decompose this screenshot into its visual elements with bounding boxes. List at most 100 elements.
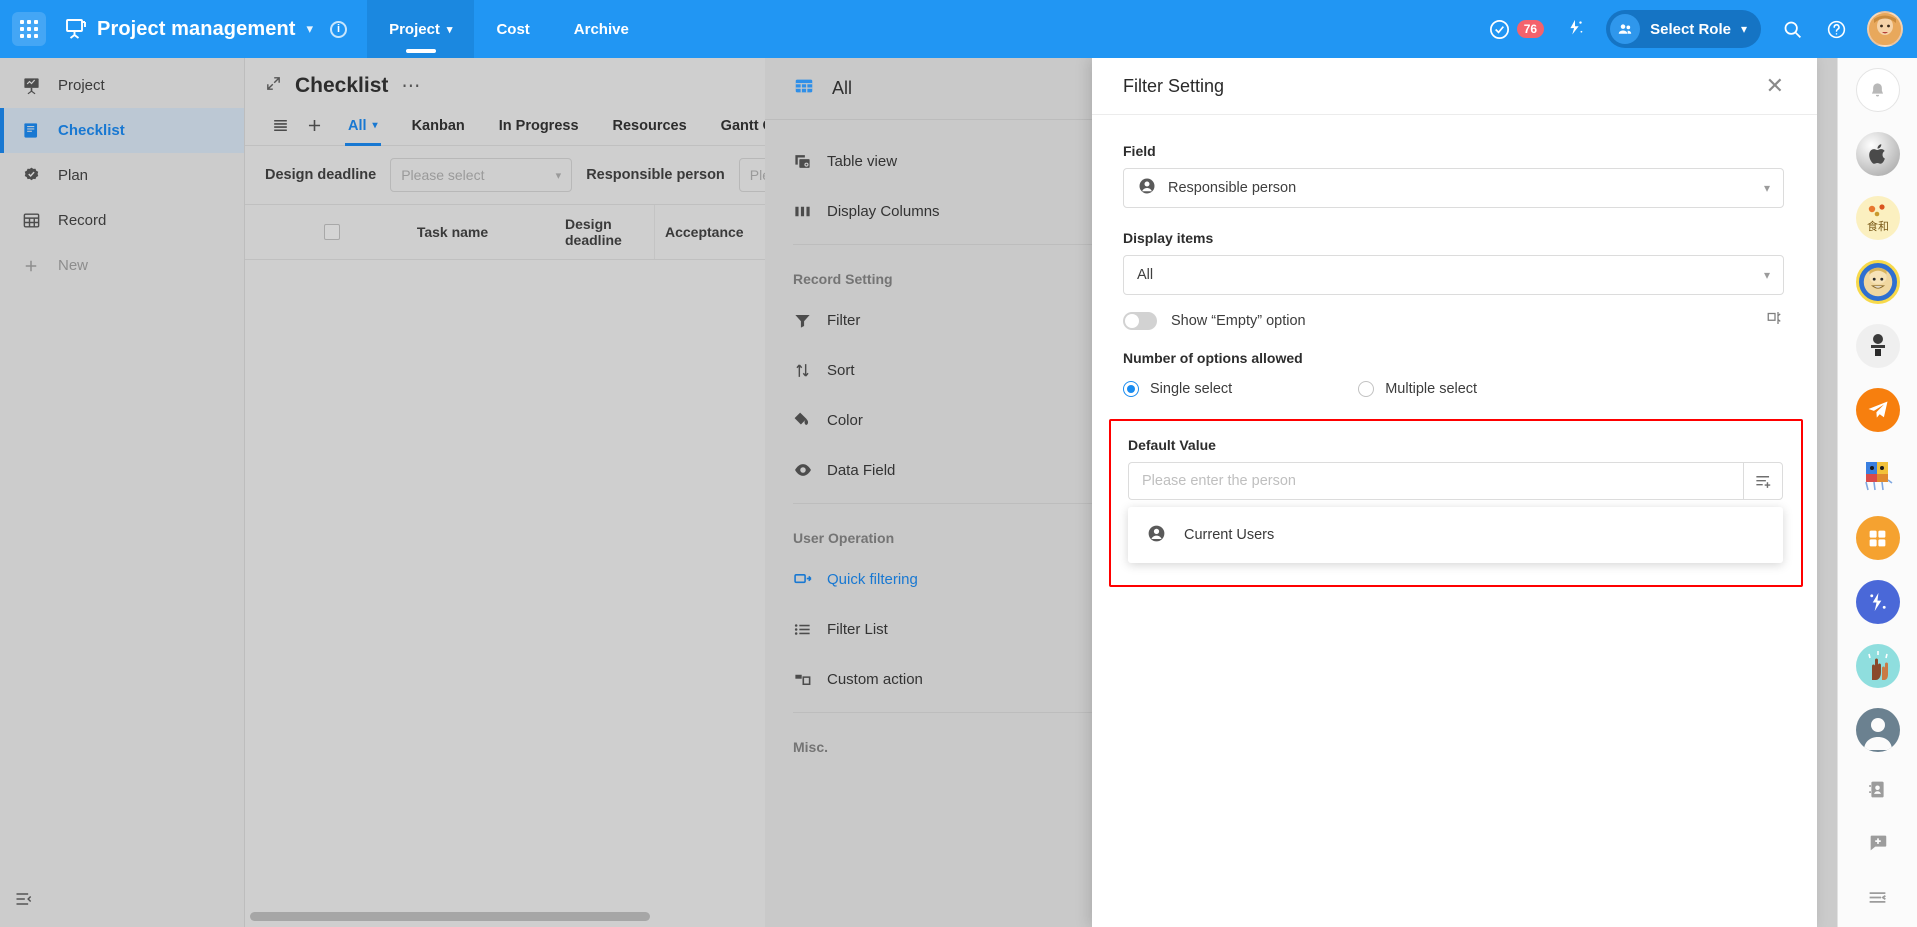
show-empty-row: Show “Empty” option [1123, 309, 1784, 332]
brand[interactable]: Project management ▾ i [64, 17, 348, 41]
sidebar-item-checklist[interactable]: Checklist [0, 108, 244, 153]
new-chat-icon[interactable] [1858, 823, 1898, 863]
copy-settings-icon[interactable] [1766, 309, 1784, 332]
custom-action-icon [793, 670, 827, 689]
right-icon-rail: 食和 [1837, 58, 1917, 927]
person-icon [1146, 523, 1167, 548]
chevron-down-icon[interactable]: ▾ [307, 21, 314, 37]
chevron-down-icon: ▾ [372, 120, 378, 131]
quick-filter-icon [793, 569, 827, 589]
left-sidebar: Project Checklist Plan Record New [0, 58, 245, 927]
sidebar-item-project[interactable]: Project [0, 63, 244, 108]
topnav-project[interactable]: Project ▾ [367, 0, 475, 58]
table-header-design-deadline: Design deadline [555, 205, 655, 259]
hands-avatar[interactable] [1855, 644, 1900, 688]
add-view-icon[interactable] [297, 109, 331, 143]
dark-avatar[interactable] [1855, 708, 1900, 752]
user-avatar[interactable] [1867, 11, 1903, 47]
collapse-rail-icon[interactable] [1858, 877, 1898, 917]
tab-label: Resources [612, 117, 687, 134]
topnav-label: Archive [573, 20, 629, 38]
select-role-label: Select Role [1650, 20, 1731, 38]
default-value-label: Default Value [1128, 437, 1216, 453]
add-list-icon[interactable] [1743, 462, 1783, 500]
display-items-select[interactable]: All ▾ [1123, 255, 1784, 295]
filter-select-design-deadline[interactable]: Please select ▾ [390, 158, 573, 192]
top-bar: Project management ▾ i Project ▾ Cost Ar… [0, 0, 1917, 58]
select-all-checkbox-cell [245, 205, 350, 259]
tab-resources[interactable]: Resources [596, 106, 704, 146]
sidebar-item-label: Project [58, 77, 105, 94]
filter-setting-dialog: Filter Setting ✕ Field Responsible perso… [1092, 58, 1817, 927]
topnav-archive[interactable]: Archive [552, 0, 651, 58]
checklist-icon [20, 121, 42, 140]
columns-icon [793, 202, 827, 221]
close-icon[interactable]: ✕ [1766, 75, 1784, 97]
radio-single-select[interactable]: Single select [1123, 381, 1232, 397]
sparkle-bolt-icon[interactable] [1556, 10, 1594, 48]
info-icon[interactable]: i [330, 20, 348, 38]
top-bar-actions: 76 Select Role ▾ [1481, 10, 1917, 48]
grid-avatar[interactable] [1855, 516, 1900, 560]
spark-avatar[interactable] [1855, 580, 1900, 624]
people-icon [1610, 14, 1641, 44]
grid-apps-icon[interactable] [12, 12, 46, 46]
tab-kanban[interactable]: Kanban [395, 106, 482, 146]
task-count-badge: 76 [1516, 20, 1545, 38]
sidebar-item-label: Record [58, 212, 107, 229]
filter-setting-title: Filter Setting [1123, 75, 1225, 96]
show-empty-toggle[interactable] [1123, 311, 1157, 330]
sidebar-new-button[interactable]: New [0, 243, 244, 288]
tab-in-progress[interactable]: In Progress [482, 106, 596, 146]
tab-all[interactable]: All ▾ [331, 106, 395, 146]
options-allowed-radios: Single select Multiple select [1123, 381, 1784, 397]
contacts-icon[interactable] [1858, 769, 1898, 809]
dropdown-item-current-users[interactable]: Current Users [1128, 514, 1783, 556]
topnav-label: Project [389, 20, 440, 38]
default-value-dropdown: Current Users [1128, 507, 1783, 563]
collapse-sidebar-icon[interactable] [10, 885, 38, 913]
radio-dot [1123, 381, 1139, 397]
block-avatar[interactable] [1856, 452, 1900, 496]
select-all-checkbox[interactable] [324, 224, 340, 240]
select-role-button[interactable]: Select Role ▾ [1606, 10, 1761, 48]
default-value-input-group [1128, 462, 1783, 500]
check-circle-icon[interactable] [1481, 10, 1519, 48]
default-value-input[interactable] [1128, 462, 1743, 500]
person-icon [1137, 176, 1157, 200]
apple-avatar[interactable] [1855, 132, 1900, 176]
vault-avatar[interactable] [1855, 260, 1900, 304]
filter-select-value: Please select [401, 167, 485, 183]
horizontal-scrollbar[interactable] [250, 912, 650, 921]
topnav-cost[interactable]: Cost [474, 0, 551, 58]
sidebar-item-plan[interactable]: Plan [0, 153, 244, 198]
person-avatar[interactable] [1855, 324, 1900, 368]
expand-arrow-icon[interactable] [265, 75, 282, 97]
sidebar-new-label: New [58, 257, 89, 274]
chevron-down-icon: ▾ [1763, 268, 1770, 282]
table-header-task-name: Task name [416, 224, 489, 240]
filter-label-design-deadline: Design deadline [265, 167, 377, 183]
tab-label: Kanban [411, 117, 465, 134]
sidebar-item-record[interactable]: Record [0, 198, 244, 243]
help-icon[interactable] [1817, 10, 1855, 48]
telegram-avatar[interactable] [1855, 388, 1900, 432]
presentation-board-icon [64, 17, 88, 41]
table-view-icon [793, 152, 827, 171]
radio-multiple-select[interactable]: Multiple select [1358, 381, 1477, 397]
list-lines-icon[interactable] [263, 109, 297, 143]
filter-label-responsible-person: Responsible person [586, 167, 725, 183]
field-select[interactable]: Responsible person ▾ [1123, 168, 1784, 208]
more-dots-icon[interactable]: ⋯ [401, 75, 421, 98]
presentation-icon [20, 76, 42, 95]
food-avatar[interactable]: 食和 [1855, 196, 1900, 240]
topnav-label: Cost [496, 20, 530, 38]
paint-icon [793, 411, 827, 430]
eye-icon [793, 460, 827, 480]
svg-text:食和: 食和 [1867, 219, 1889, 233]
bell-icon[interactable] [1855, 68, 1900, 112]
chevron-down-icon: ▾ [1763, 181, 1770, 195]
search-icon[interactable] [1773, 10, 1811, 48]
top-nav: Project ▾ Cost Archive [367, 0, 651, 58]
list-icon [793, 620, 827, 639]
